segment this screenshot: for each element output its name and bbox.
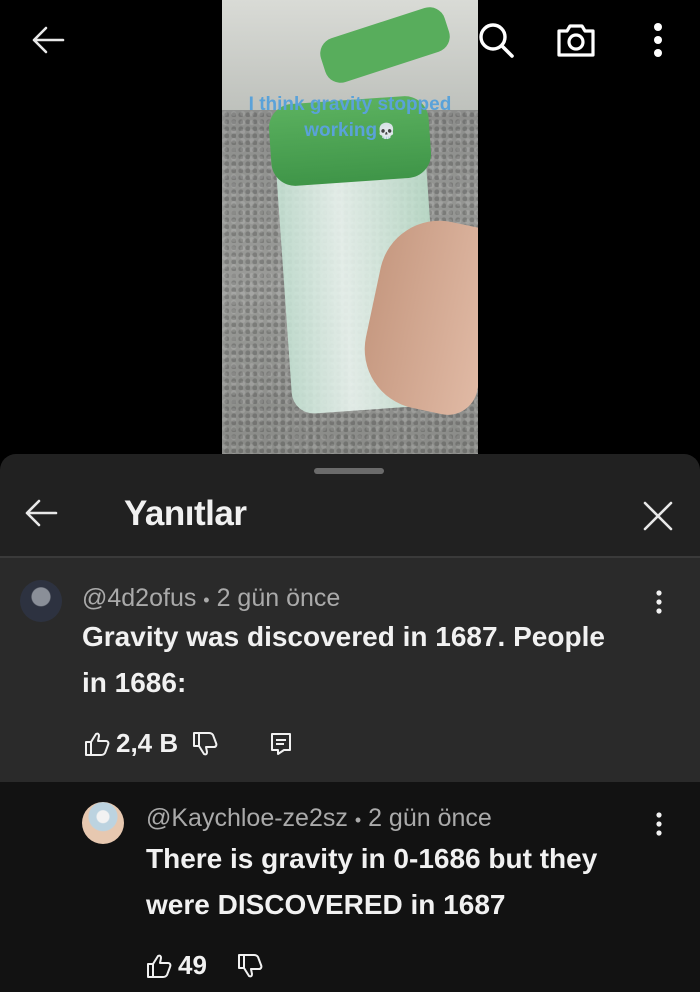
reply-meta: @Kaychloe-ze2sz • 2 gün önce [146,804,492,833]
avatar[interactable] [82,802,124,844]
sheet-back-button[interactable] [24,498,64,534]
like-button[interactable]: 2,4 B [84,728,178,759]
reply-text-line1: There is gravity in 0-1686 but they [146,843,598,874]
dislike-button[interactable] [192,731,218,757]
like-button[interactable]: 49 [146,950,207,981]
reply-time: 2 gün önce [368,804,492,832]
parent-comment: @4d2ofus • 2 gün önce Gravity was discov… [0,558,700,782]
more-vert-icon [656,812,662,836]
reply-icon [271,732,292,755]
more-vert-icon [656,590,662,614]
reply-button[interactable] [270,732,292,756]
meta-separator: • [354,810,362,830]
like-count: 2,4 B [116,728,179,758]
more-vert-icon [654,23,662,57]
comment-actions: 2,4 B [84,728,292,759]
comment-text: Gravity was discovered in 1687. People i… [82,614,605,706]
reply-text: There is gravity in 0-1686 but they were… [146,836,597,928]
sheet-drag-handle[interactable] [314,468,384,474]
more-options-button[interactable] [636,18,680,62]
video-caption: I think gravity stopped working💀 [222,92,478,145]
camera-icon [557,24,595,57]
close-button[interactable] [642,500,676,534]
video-player[interactable]: I think gravity stopped working💀 [222,0,478,454]
video-caption-line1: I think gravity stopped [248,94,452,115]
video-caption-line2: working [304,120,378,141]
thumbs-up-icon [85,732,110,756]
meta-separator: • [203,590,210,610]
thumbs-down-icon [237,953,263,977]
comment-author[interactable]: @4d2ofus [82,584,196,612]
like-count: 49 [178,950,207,980]
back-button[interactable] [26,18,70,62]
camera-button[interactable] [554,18,598,62]
screen: I think gravity stopped working💀 Yanıtla… [0,0,700,992]
sheet-title: Yanıtlar [124,494,247,533]
reply-more-button[interactable] [644,804,674,844]
thumbs-up-icon [147,954,172,978]
video-caption-line2-wrap: working💀 [222,118,478,145]
dislike-button[interactable] [237,953,263,979]
comment-text-line1: Gravity was discovered in 1687. People [82,621,605,652]
reply-comment: @Kaychloe-ze2sz • 2 gün önce There is gr… [0,782,700,992]
search-button[interactable] [474,18,518,62]
replies-sheet: Yanıtlar @4d2ofus • 2 gün önce Gravity w… [0,454,700,992]
comment-more-button[interactable] [644,582,674,622]
sheet-header: Yanıtlar [0,476,700,556]
close-icon [643,501,673,531]
avatar[interactable] [20,580,62,622]
reply-text-line2: were DISCOVERED in 1687 [146,889,506,920]
comment-time: 2 gün önce [216,584,341,612]
comment-text-line2: in 1686: [82,667,187,698]
back-arrow-icon [25,499,58,527]
reply-author[interactable]: @Kaychloe-ze2sz [146,804,348,832]
search-icon [479,23,514,58]
back-arrow-icon [32,26,65,54]
reply-actions: 49 [146,950,263,981]
comment-meta: @4d2ofus • 2 gün önce [82,584,340,613]
skull-emoji: 💀 [377,123,396,140]
thumbs-down-icon [193,731,218,755]
